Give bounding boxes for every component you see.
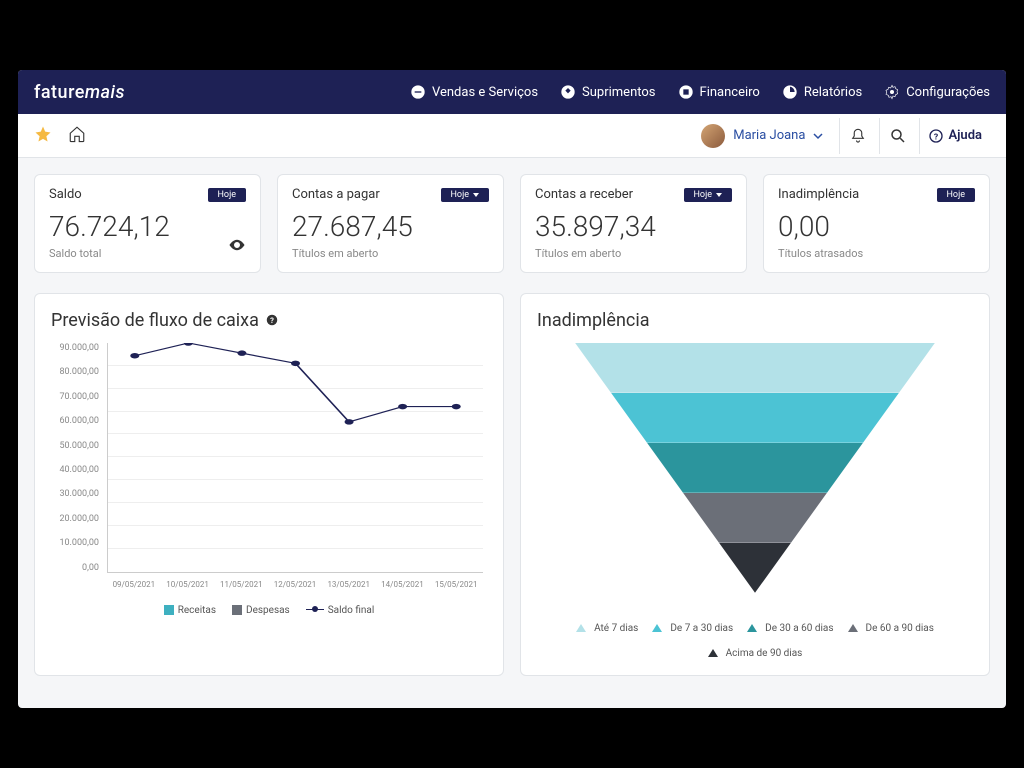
y-tick: 40.000,00 (51, 465, 103, 475)
period-badge[interactable]: Hoje (441, 188, 489, 202)
funnel-slice (575, 343, 935, 393)
gear-icon (884, 84, 900, 100)
x-tick: 11/05/2021 (214, 580, 268, 589)
nav-label: Configurações (906, 85, 990, 100)
funnel-slice (575, 493, 935, 543)
x-tick: 15/05/2021 (429, 580, 483, 589)
subbar: Maria Joana ? Ajuda (18, 114, 1006, 158)
y-tick: 20.000,00 (51, 514, 103, 524)
relatorios-icon (782, 84, 798, 100)
card-subtitle: Títulos em aberto (535, 247, 732, 260)
legend-despesas: Despesas (246, 605, 290, 616)
nav-relatorios[interactable]: Relatórios (782, 84, 862, 100)
svg-text:?: ? (934, 132, 938, 142)
x-tick: 12/05/2021 (268, 580, 322, 589)
y-tick: 60.000,00 (51, 416, 103, 426)
delinquency-panel: Inadimplência Até 7 dias De 7 a 30 dias De… (520, 293, 990, 676)
funnel-legend: Até 7 dias De 7 a 30 dias De 30 a 60 dias D… (537, 623, 973, 659)
funnel-legend-item: Acima de 90 dias (708, 648, 803, 659)
home-icon[interactable] (68, 125, 86, 147)
user-name: Maria Joana (733, 128, 805, 143)
period-badge[interactable]: Hoje (684, 188, 732, 202)
y-tick: 0,00 (51, 563, 103, 573)
card-title: Inadimplência (778, 187, 859, 202)
y-tick: 80.000,00 (51, 367, 103, 377)
nav-financeiro[interactable]: Financeiro (678, 84, 760, 100)
x-tick: 14/05/2021 (376, 580, 430, 589)
card-subtitle: Títulos atrasados (778, 247, 975, 260)
search-icon (889, 127, 907, 145)
y-tick: 70.000,00 (51, 392, 103, 402)
nav-label: Relatórios (804, 85, 862, 100)
suprimentos-icon (560, 84, 576, 100)
x-tick: 13/05/2021 (322, 580, 376, 589)
card-value: 35.897,34 (535, 212, 732, 243)
card-title: Saldo (49, 187, 82, 202)
nav-vendas[interactable]: Vendas e Serviços (410, 84, 538, 100)
notifications-button[interactable] (839, 118, 875, 154)
bell-icon (849, 127, 867, 145)
info-icon[interactable]: ? (265, 313, 279, 327)
card-subtitle: Títulos em aberto (292, 247, 489, 260)
summary-card: Contas a pagar Hoje 27.687,45 Títulos em… (277, 174, 504, 273)
cashflow-panel: Previsão de fluxo de caixa ? 90.000,00 80… (34, 293, 504, 676)
content: Saldo Hoje 76.724,12 Saldo total Contas … (18, 158, 1006, 708)
legend-receitas: Receitas (178, 605, 216, 616)
summary-card: Inadimplência Hoje 0,00 Títulos atrasado… (763, 174, 990, 273)
nav-label: Vendas e Serviços (432, 85, 538, 100)
legend-saldo: Saldo final (328, 605, 375, 616)
card-title: Contas a pagar (292, 187, 380, 202)
funnel-chart (575, 343, 935, 593)
nav-links: Vendas e Serviços Suprimentos Financeiro… (410, 84, 990, 100)
card-title: Contas a receber (535, 187, 633, 202)
y-tick: 50.000,00 (51, 441, 103, 451)
y-tick: 90.000,00 (51, 343, 103, 353)
funnel-slice (575, 393, 935, 443)
nav-config[interactable]: Configurações (884, 84, 990, 100)
funnel-legend-item: Até 7 dias (576, 623, 638, 634)
logo: faturemais (34, 82, 125, 103)
visibility-toggle[interactable] (228, 236, 246, 258)
navbar: faturemais Vendas e Serviços Suprimentos… (18, 70, 1006, 114)
delinquency-title: Inadimplência (537, 310, 973, 331)
cashflow-legend: Receitas Despesas Saldo final (51, 605, 487, 616)
vendas-icon (410, 84, 426, 100)
summary-card: Contas a receber Hoje 35.897,34 Títulos … (520, 174, 747, 273)
nav-suprimentos[interactable]: Suprimentos (560, 84, 655, 100)
period-badge: Hoje (208, 188, 246, 202)
user-menu[interactable]: Maria Joana (701, 124, 835, 148)
search-button[interactable] (879, 118, 915, 154)
help-button[interactable]: ? Ajuda (919, 118, 990, 154)
card-value: 27.687,45 (292, 212, 489, 243)
card-subtitle: Saldo total (49, 247, 246, 260)
nav-label: Financeiro (700, 85, 760, 100)
cards-row: Saldo Hoje 76.724,12 Saldo total Contas … (34, 174, 990, 273)
funnel-slice (575, 543, 935, 593)
svg-text:?: ? (270, 316, 274, 325)
x-tick: 09/05/2021 (107, 580, 161, 589)
star-icon[interactable] (34, 125, 52, 147)
funnel-legend-item: De 30 a 60 dias (747, 623, 833, 634)
x-tick: 10/05/2021 (161, 580, 215, 589)
funnel-legend-item: De 60 a 90 dias (848, 623, 934, 634)
funnel-slice (575, 443, 935, 493)
cashflow-chart: 90.000,00 80.000,00 70.000,00 60.000,00 50.0… (51, 343, 487, 603)
help-icon: ? (928, 128, 944, 144)
help-label: Ajuda (948, 128, 982, 143)
nav-label: Suprimentos (582, 85, 655, 100)
cashflow-title: Previsão de fluxo de caixa ? (51, 310, 487, 331)
chevron-down-icon (813, 131, 823, 141)
financeiro-icon (678, 84, 694, 100)
period-badge: Hoje (937, 188, 975, 202)
summary-card: Saldo Hoje 76.724,12 Saldo total (34, 174, 261, 273)
card-value: 0,00 (778, 212, 975, 243)
y-tick: 30.000,00 (51, 489, 103, 499)
avatar (701, 124, 725, 148)
funnel-legend-item: De 7 a 30 dias (652, 623, 733, 634)
y-tick: 10.000,00 (51, 538, 103, 548)
card-value: 76.724,12 (49, 212, 246, 243)
